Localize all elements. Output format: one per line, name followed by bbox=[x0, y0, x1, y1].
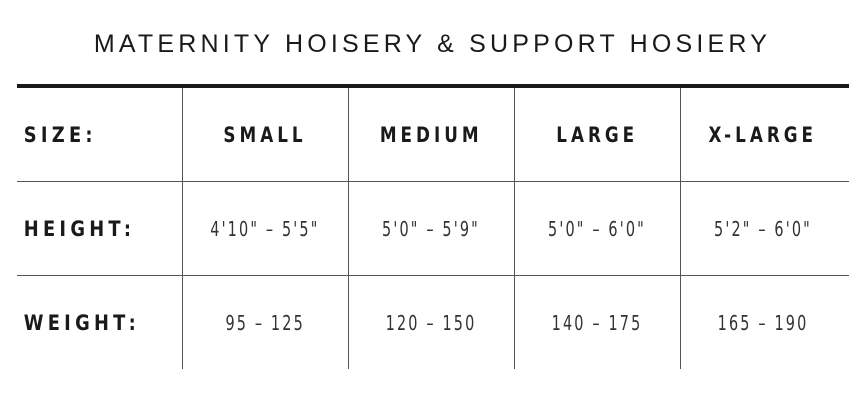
height-row: HEIGHT: 4'10" – 5'5" 5'0" – 5'9" 5'0" – … bbox=[17, 182, 849, 276]
size-small-header: SMALL bbox=[223, 123, 307, 147]
weight-medium-value: 120 – 150 bbox=[385, 311, 477, 335]
weight-small-value: 95 – 125 bbox=[225, 311, 305, 335]
weight-xlarge-value: 165 – 190 bbox=[717, 311, 809, 335]
height-large-value: 5'0" – 6'0" bbox=[548, 217, 646, 241]
size-xlarge-header: X-LARGE bbox=[708, 123, 818, 147]
size-medium-header: MEDIUM bbox=[379, 123, 483, 147]
weight-label: WEIGHT: bbox=[23, 311, 141, 335]
weight-large-value: 140 – 175 bbox=[551, 311, 643, 335]
weight-row: WEIGHT: 95 – 125 120 – 150 140 – 175 165… bbox=[17, 276, 849, 370]
size-large-header: LARGE bbox=[556, 123, 638, 147]
page-title: MATERNITY HOISERY & SUPPORT HOSIERY bbox=[93, 30, 772, 58]
size-label: SIZE: bbox=[23, 123, 97, 147]
height-label: HEIGHT: bbox=[23, 217, 136, 241]
height-medium-value: 5'0" – 5'9" bbox=[382, 217, 480, 241]
height-small-value: 4'10" – 5'5" bbox=[210, 217, 320, 241]
size-header-row: SIZE: SMALL MEDIUM LARGE X-LARGE bbox=[17, 88, 849, 182]
height-xlarge-value: 5'2" – 6'0" bbox=[714, 217, 812, 241]
